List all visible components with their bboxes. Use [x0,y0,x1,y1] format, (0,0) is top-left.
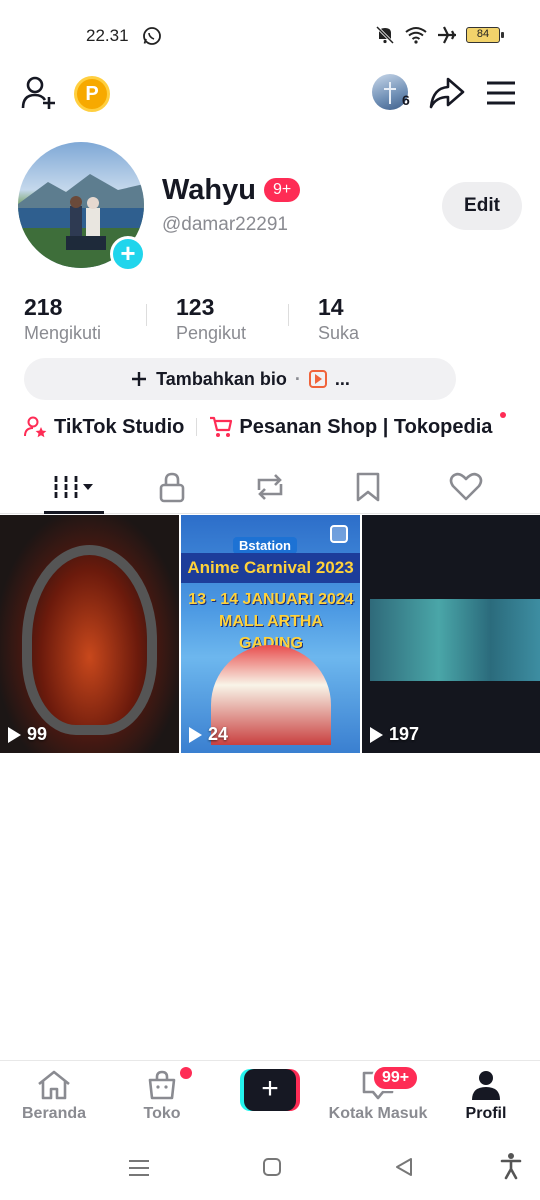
user-handle: @damar22291 [162,214,288,235]
tab-saved[interactable] [314,460,422,514]
mute-bell-icon [375,25,395,45]
multi-photo-icon [330,525,348,543]
system-nav-bar [0,1140,540,1200]
edit-profile-button[interactable]: Edit [442,182,522,230]
play-icon [370,726,383,743]
shop-orders-label: Pesanan Shop | Tokopedia [239,415,493,438]
video-thumbnail[interactable]: Bstation Anime Carnival 2023 13 - 14 JAN… [181,515,360,753]
repost-icon [257,474,283,500]
play-icon [189,726,202,743]
active-tab-indicator [44,511,104,514]
nav-profile[interactable]: Profil [432,1069,540,1123]
nav-shop-label: Toko [143,1105,181,1122]
view-count-value: 99 [27,724,48,744]
home-button-icon[interactable] [262,1157,282,1177]
profile-links: TikTok Studio Pesanan Shop | Tokopedia [24,412,507,442]
tab-liked[interactable] [412,460,520,514]
shopping-bag-icon [148,1070,176,1100]
profile-icon [472,1071,500,1100]
add-friend-icon[interactable] [20,74,58,112]
video-grid: 99 Bstation Anime Carnival 2023 13 - 14 … [0,515,540,753]
airplane-icon [438,26,456,44]
whatsapp-icon [143,27,161,45]
nav-inbox-label: Kotak Masuk [328,1105,428,1122]
view-count: 99 [8,724,47,745]
view-count-value: 24 [208,724,229,744]
menu-icon[interactable] [486,80,516,106]
create-plus-icon: + [244,1069,296,1111]
tiktok-studio-link[interactable]: TikTok Studio [24,416,184,439]
bio-more: ... [334,368,350,389]
stat-value: 218 [24,294,63,320]
video-thumbnail[interactable]: 99 [0,515,179,753]
nav-home[interactable]: Beranda [0,1069,108,1123]
nav-home-label: Beranda [21,1105,87,1122]
creator-star-icon [24,416,47,438]
thumbnail-logo: Bstation [233,537,297,554]
stat-followers[interactable]: 123 Pengikut [176,294,246,344]
battery-indicator: 84 [466,27,504,43]
view-count: 24 [189,724,228,745]
thumbnail-art [370,599,540,681]
notification-dot [500,412,507,418]
stat-value: 123 [176,294,215,320]
nav-shop[interactable]: Toko [108,1069,216,1123]
stat-divider [288,304,289,326]
video-icon [308,370,327,388]
bookmark-icon [356,472,380,502]
story-count: 6 [402,92,410,108]
back-icon[interactable] [394,1157,414,1177]
view-count-value: 197 [389,724,420,744]
content-tabs [0,460,540,514]
thumbnail-art [211,645,331,745]
add-story-button[interactable]: + [110,236,146,272]
recent-apps-icon[interactable] [128,1158,150,1178]
plus-icon [132,372,147,386]
shop-notification-dot [180,1067,192,1079]
stat-value: 14 [318,294,344,320]
add-bio-label: Tambahkan bio [156,368,287,389]
coin-icon[interactable]: P [74,76,110,112]
grid-dropdown-icon [54,476,93,498]
top-nav: P 6 [0,70,540,118]
view-count: 197 [370,724,419,745]
stat-likes[interactable]: 14 Suka [318,294,359,344]
tab-videos[interactable] [20,460,128,514]
add-bio-button[interactable]: Tambahkan bio · ... [24,358,456,400]
create-button[interactable]: + [240,1069,300,1111]
tab-reposts[interactable] [216,460,324,514]
accessibility-icon[interactable] [500,1152,522,1180]
stat-divider [146,304,147,326]
shopping-cart-icon [210,416,233,437]
status-bar: 22.31 84 [0,0,540,70]
heart-icon [449,472,483,501]
stat-label: Suka [318,323,360,343]
thumbnail-date-line: 13 - 14 JANUARI 2024 [188,591,354,608]
thumbnail-title: Anime Carnival 2023 [181,553,360,583]
inbox-badge: 99+ [372,1065,420,1091]
tab-private[interactable] [118,460,226,514]
stat-following[interactable]: 218 Mengikuti [24,294,101,344]
tiktok-studio-label: TikTok Studio [54,415,185,438]
link-divider [196,418,198,436]
home-icon [38,1070,70,1100]
shop-orders-link[interactable]: Pesanan Shop | Tokopedia [209,412,507,439]
username: Wahyu [162,174,256,206]
stat-label: Pengikut [176,323,247,343]
bio-separator: · [294,368,301,389]
status-time: 22.31 [86,26,129,45]
stat-label: Mengikuti [24,323,102,343]
lock-icon [159,472,185,503]
nav-profile-label: Profil [465,1105,507,1122]
thumbnail-art [22,545,157,735]
notification-badge[interactable]: 9+ [264,178,301,202]
bottom-nav: Beranda Toko + Kotak Masuk 99+ Profil [0,1060,540,1134]
wifi-icon [405,27,427,44]
video-thumbnail[interactable]: 197 [362,515,540,753]
play-icon [8,726,21,743]
share-icon[interactable] [428,76,466,110]
